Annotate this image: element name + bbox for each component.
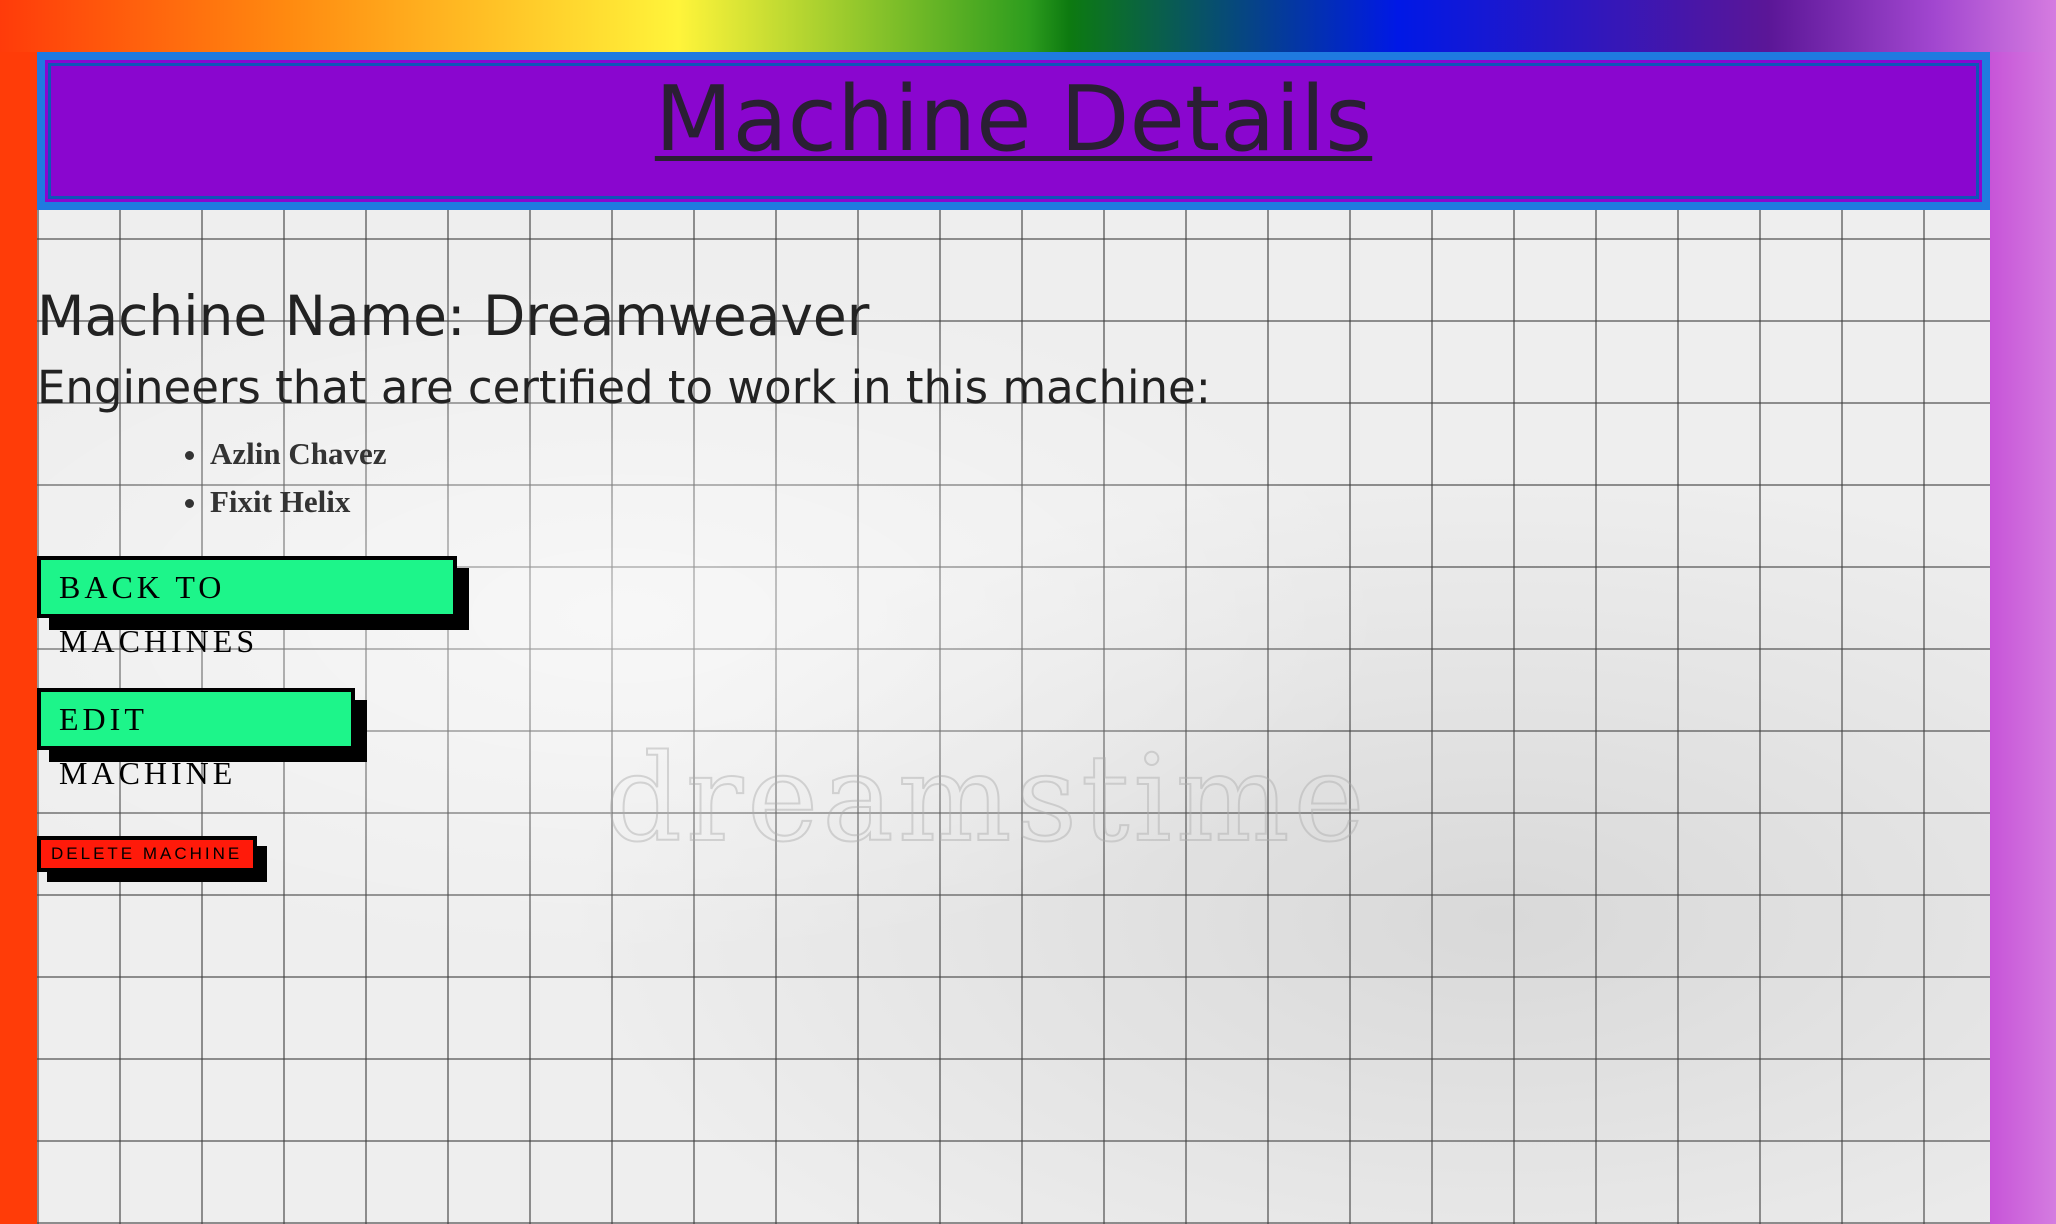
engineers-heading: Engineers that are certified to work in … [37, 361, 1211, 414]
right-gradient-strip [1990, 52, 2056, 1224]
page-title: Machine Details [654, 67, 1373, 172]
edit-machine-button[interactable]: EDIT MACHINE [37, 688, 355, 791]
machine-name: Machine Name: Dreamweaver [37, 284, 870, 348]
list-item: Azlin Chavez [210, 430, 1211, 478]
watermark: dreamstime [604, 729, 1369, 870]
list-item: Fixit Helix [210, 478, 1211, 526]
left-gradient-strip [0, 52, 37, 1224]
page-header: Machine Details [37, 52, 1990, 210]
engineers-list: Azlin Chavez Fixit Helix [37, 430, 1211, 526]
delete-machine-button[interactable]: DELETE MACHINE [37, 836, 257, 872]
back-to-machines-button[interactable]: BACK TO MACHINES [37, 556, 457, 659]
machine-details: Machine Name: Dreamweaver Engineers that… [37, 280, 1211, 526]
